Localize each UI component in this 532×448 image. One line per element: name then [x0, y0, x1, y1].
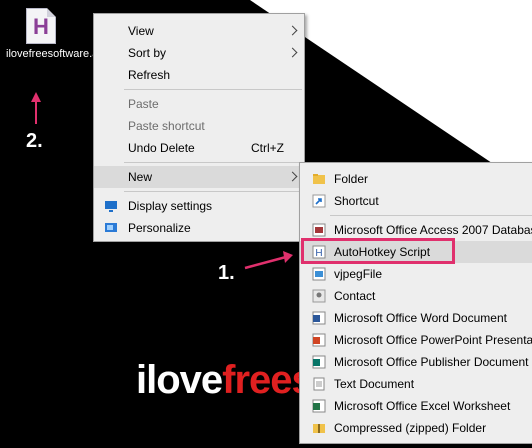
personalize-icon — [105, 223, 117, 232]
new-word-document[interactable]: Microsoft Office Word Document — [300, 307, 532, 329]
text-document-icon — [313, 377, 325, 391]
menu-separator — [124, 162, 302, 163]
menu-item-personalize[interactable]: Personalize — [94, 217, 304, 239]
word-icon — [312, 311, 326, 325]
callout-one: 1. — [218, 262, 235, 284]
menu-item-display-settings[interactable]: Display settings — [94, 195, 304, 217]
access-icon — [312, 223, 326, 237]
chevron-right-icon — [287, 25, 298, 36]
new-powerpoint-presentation[interactable]: Microsoft Office PowerPoint Presenta — [300, 329, 532, 351]
new-publisher-document[interactable]: Microsoft Office Publisher Document — [300, 351, 532, 373]
menu-item-sort-by[interactable]: Sort by — [94, 42, 304, 64]
shortcut-label: Ctrl+Z — [251, 141, 284, 155]
brand-watermark: ilovefrees — [136, 358, 314, 402]
menu-item-new[interactable]: New — [94, 166, 304, 188]
powerpoint-icon — [312, 333, 326, 347]
menu-separator — [124, 89, 302, 90]
callout-two: 2. — [26, 130, 43, 152]
new-compressed-folder[interactable]: Compressed (zipped) Folder — [300, 417, 532, 439]
new-submenu: Folder Shortcut Microsoft Office Access … — [299, 162, 532, 444]
menu-separator — [124, 191, 302, 192]
contact-icon — [312, 289, 326, 303]
menu-item-view[interactable]: View — [94, 20, 304, 42]
image-file-icon — [312, 267, 326, 281]
chevron-right-icon — [287, 171, 298, 182]
menu-item-paste[interactable]: Paste — [94, 93, 304, 115]
display-icon — [105, 201, 117, 212]
new-excel-worksheet[interactable]: Microsoft Office Excel Worksheet — [300, 395, 532, 417]
new-text-document[interactable]: Text Document — [300, 373, 532, 395]
menu-item-refresh[interactable]: Refresh — [94, 64, 304, 86]
excel-icon — [312, 399, 326, 413]
folder-icon — [313, 174, 325, 184]
annotation-highlight-box — [301, 238, 455, 264]
new-contact[interactable]: Contact — [300, 285, 532, 307]
chevron-right-icon — [287, 47, 298, 58]
menu-separator — [330, 215, 532, 216]
new-vjpeg-file[interactable]: vjpegFile — [300, 263, 532, 285]
desktop-context-menu: View Sort by Refresh Paste Paste shortcu… — [93, 13, 305, 242]
menu-item-undo-delete[interactable]: Undo Delete Ctrl+Z — [94, 137, 304, 159]
publisher-icon — [312, 355, 326, 369]
new-shortcut[interactable]: Shortcut — [300, 190, 532, 212]
shortcut-icon — [312, 194, 326, 208]
menu-item-paste-shortcut[interactable]: Paste shortcut — [94, 115, 304, 137]
new-folder[interactable]: Folder — [300, 168, 532, 190]
zip-folder-icon — [313, 424, 325, 433]
